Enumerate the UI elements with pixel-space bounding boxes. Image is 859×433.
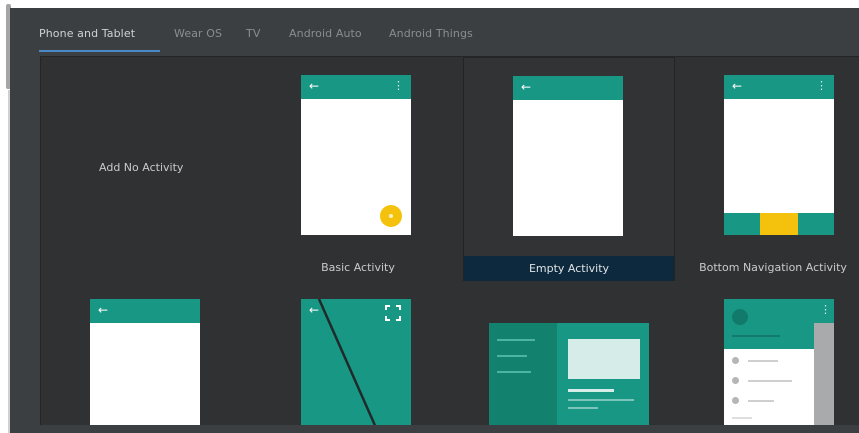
template-empty-activity[interactable]: ← Empty Activity	[463, 57, 675, 281]
tab-tv[interactable]: TV	[246, 27, 260, 40]
phone-preview: ← ⋮	[301, 75, 411, 235]
template-row2-activity-1[interactable]: ←	[41, 285, 257, 425]
tab-android-auto[interactable]: Android Auto	[289, 27, 362, 40]
drawer-item-line	[748, 380, 792, 382]
template-add-no-activity[interactable]: Add No Activity	[41, 57, 257, 283]
template-bottom-navigation-activity[interactable]: ← ⋮ Bottom Navigation Activity	[678, 57, 859, 283]
detail-line	[568, 407, 598, 409]
floating-action-button	[380, 205, 402, 227]
overflow-menu-icon: ⋮	[816, 79, 827, 92]
template-row2-master-detail[interactable]	[463, 285, 675, 425]
detail-image	[568, 339, 640, 379]
bottom-nav-selected-item	[760, 213, 798, 235]
back-arrow-icon: ←	[732, 79, 743, 93]
drawer-item-icon	[732, 357, 739, 364]
drawer-item-line	[748, 400, 774, 402]
template-gallery: Add No Activity ← ⋮ Basic Activity ← Emp…	[40, 56, 859, 425]
fullscreen-icon	[385, 305, 401, 321]
app-bar: ←	[90, 299, 200, 323]
overflow-menu-icon: ⋮	[393, 79, 404, 92]
phone-preview: ⋮	[724, 299, 834, 425]
template-row2-fullscreen[interactable]: ←	[257, 285, 459, 425]
phone-preview: ←	[301, 299, 411, 425]
tab-android-things[interactable]: Android Things	[389, 27, 473, 40]
master-pane	[489, 323, 557, 425]
app-bar-edge: ⋮	[814, 299, 834, 323]
detail-line	[568, 399, 634, 401]
drawer-item-icon	[732, 377, 739, 384]
drawer-header	[724, 299, 814, 349]
detail-line	[568, 389, 614, 392]
template-label: Bottom Navigation Activity	[699, 261, 847, 274]
drawer-header-line	[732, 335, 780, 337]
drawer-item-line	[748, 360, 778, 362]
template-label: Add No Activity	[99, 161, 184, 174]
drawer-item-icon	[732, 397, 739, 404]
back-arrow-icon: ←	[521, 80, 532, 94]
list-line	[497, 355, 527, 357]
phone-preview: ←	[513, 76, 623, 236]
back-arrow-icon: ←	[309, 79, 320, 93]
app-bar: ← ⋮	[301, 75, 411, 99]
activity-template-dialog: Phone and Tablet Wear OS TV Android Auto…	[10, 8, 859, 433]
avatar	[732, 309, 748, 325]
tab-wear-os[interactable]: Wear OS	[174, 27, 222, 40]
template-basic-activity[interactable]: ← ⋮ Basic Activity	[257, 57, 459, 283]
form-factor-tabbar: Phone and Tablet Wear OS TV Android Auto…	[10, 8, 859, 56]
drawer-item-line	[732, 417, 752, 419]
app-bar: ← ⋮	[724, 75, 834, 99]
drawer-scrim	[814, 323, 834, 425]
phone-preview: ←	[90, 299, 200, 425]
tab-phone-and-tablet[interactable]: Phone and Tablet	[39, 27, 135, 40]
list-line	[497, 371, 531, 373]
fab-icon	[389, 214, 393, 218]
bottom-navigation-bar	[724, 213, 834, 235]
back-arrow-icon: ←	[309, 303, 320, 317]
active-tab-indicator	[39, 50, 160, 52]
template-label: Empty Activity	[528, 262, 610, 275]
list-line	[497, 339, 535, 341]
overflow-menu-icon: ⋮	[820, 303, 831, 316]
template-label: Basic Activity	[321, 261, 395, 274]
tablet-preview	[489, 323, 649, 425]
phone-preview: ← ⋮	[724, 75, 834, 235]
template-row2-navigation-drawer[interactable]: ⋮	[678, 285, 859, 425]
back-arrow-icon: ←	[98, 303, 109, 317]
app-bar: ←	[513, 76, 623, 100]
